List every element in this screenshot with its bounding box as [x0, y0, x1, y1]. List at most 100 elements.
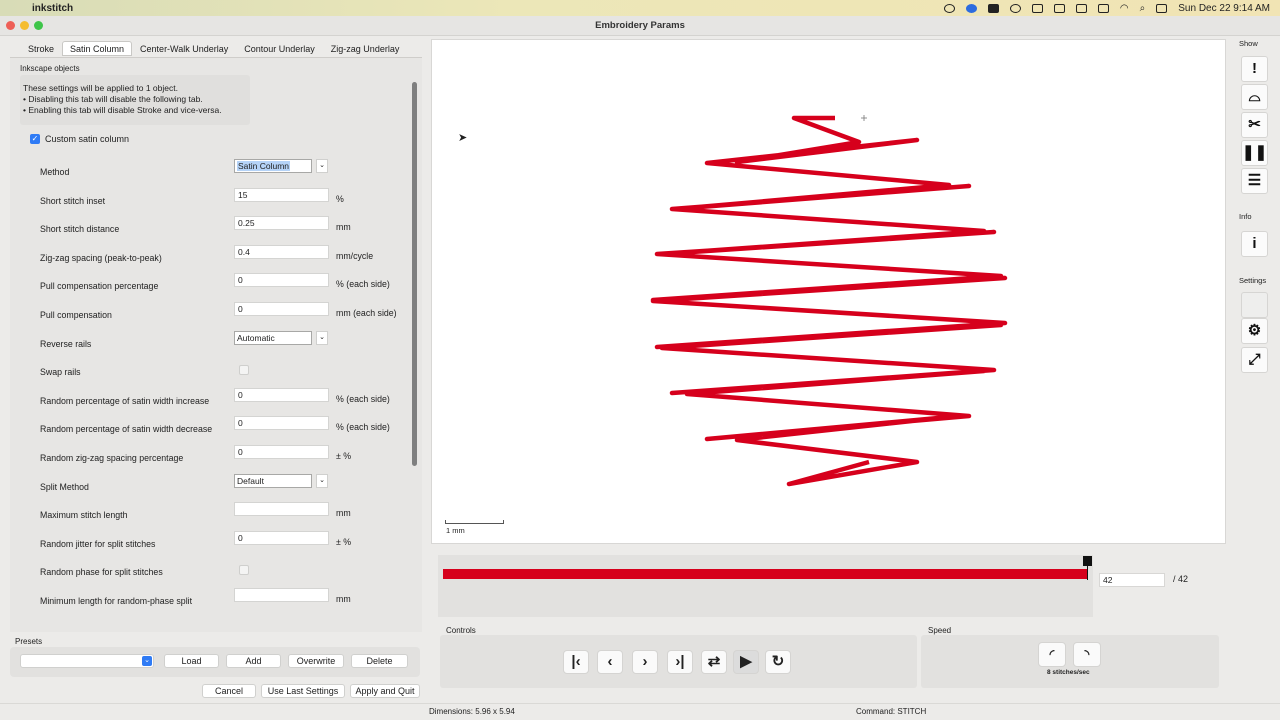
- sync-icon[interactable]: [1009, 3, 1021, 13]
- stitch-slider-pane: [438, 555, 1093, 617]
- speed-value: 8 stitches/sec: [1047, 669, 1090, 676]
- custom-satin-toggle[interactable]: ✓ Custom satin column: [30, 134, 129, 144]
- param-label: Pull compensation percentage: [40, 281, 159, 292]
- cancel-button[interactable]: Cancel: [202, 684, 256, 698]
- blank-tool-button[interactable]: [1241, 292, 1268, 318]
- use-last-settings-button[interactable]: Use Last Settings: [261, 684, 345, 698]
- param-row-random-phase: Random phase for split stitches: [10, 556, 410, 585]
- tab-contour-underlay[interactable]: Contour Underlay: [236, 41, 323, 56]
- play-icon[interactable]: ▶: [733, 650, 759, 674]
- slider-handle-line[interactable]: [1087, 564, 1088, 580]
- pull-comp-input[interactable]: 0: [234, 301, 329, 316]
- max-stitch-length-input[interactable]: [234, 502, 329, 517]
- speed-label: Speed: [928, 626, 952, 635]
- stitch-preview-canvas[interactable]: 1 mm ➤: [431, 39, 1226, 544]
- scale-bar: [445, 520, 504, 524]
- width-increase-input[interactable]: 0: [234, 387, 329, 402]
- last-icon[interactable]: ›|: [667, 650, 693, 674]
- chevron-updown-icon[interactable]: ⌄: [142, 656, 152, 666]
- preset-select[interactable]: ⌄: [20, 654, 154, 668]
- param-unit: mm (each side): [336, 307, 397, 318]
- battery-icon[interactable]: [1097, 3, 1109, 13]
- window-icon[interactable]: [1053, 3, 1065, 13]
- app-name[interactable]: inkstitch: [32, 3, 73, 14]
- color-change-icon[interactable]: ☰: [1241, 168, 1268, 194]
- short-stitch-distance-input[interactable]: 0.25: [234, 216, 329, 231]
- tab-stroke[interactable]: Stroke: [20, 41, 62, 56]
- params-panel: Stroke Satin Column Center-Walk Underlay…: [6, 37, 422, 680]
- reverse-rails-value[interactable]: Automatic: [234, 330, 312, 345]
- wifi-icon[interactable]: ◠: [1120, 3, 1129, 14]
- swap-rails-checkbox[interactable]: [239, 365, 249, 376]
- param-row-width-increase: Random percentage of satin width increas…: [10, 385, 410, 414]
- param-row-width-decrease: Random percentage of satin width decreas…: [10, 413, 410, 442]
- error-marker-icon[interactable]: !: [1241, 56, 1268, 82]
- params-scrollbar[interactable]: [412, 82, 418, 466]
- dropbox-icon[interactable]: [987, 3, 999, 13]
- custom-satin-checkbox[interactable]: ✓: [30, 134, 40, 144]
- param-label: Swap rails: [40, 367, 81, 378]
- overwrite-button[interactable]: Overwrite: [288, 654, 344, 668]
- direction-icon[interactable]: ⇄: [701, 650, 727, 674]
- method-value[interactable]: Satin Column: [237, 161, 291, 171]
- random-jitter-input[interactable]: 0: [234, 530, 329, 545]
- record-icon[interactable]: [943, 3, 955, 13]
- display-icon[interactable]: [1031, 3, 1043, 13]
- delete-button[interactable]: Delete: [351, 654, 408, 668]
- restart-icon[interactable]: ↻: [765, 650, 791, 674]
- param-unit: %: [336, 193, 344, 204]
- split-method-value[interactable]: Default: [234, 473, 312, 488]
- method-select[interactable]: Satin Column ⌄: [234, 159, 328, 173]
- lock-icon[interactable]: [1075, 3, 1087, 13]
- datetime[interactable]: Sun Dec 22 9:14 AM: [1178, 3, 1270, 14]
- prev-icon[interactable]: ‹: [597, 650, 623, 674]
- jump-stitch-icon[interactable]: ⌓: [1241, 84, 1268, 110]
- param-unit: % (each side): [336, 422, 390, 433]
- param-row-swap-rails: Swap rails: [10, 356, 410, 385]
- split-method-select[interactable]: Default ⌄: [234, 473, 328, 488]
- chevron-down-icon[interactable]: ⌄: [316, 159, 328, 173]
- reverse-rails-select[interactable]: Automatic ⌄: [234, 330, 328, 345]
- needle-icon[interactable]: ⤢: [1241, 347, 1268, 373]
- zigzag-spacing-input[interactable]: 0.4: [234, 244, 329, 259]
- current-stitch-input[interactable]: 42: [1099, 573, 1165, 587]
- param-unit: mm: [336, 508, 351, 519]
- controls-label: Controls: [446, 626, 476, 635]
- width-decrease-input[interactable]: 0: [234, 416, 329, 431]
- faster-icon[interactable]: ◝: [1073, 642, 1101, 667]
- tab-satin-column[interactable]: Satin Column: [62, 41, 133, 56]
- param-label: Short stitch inset: [40, 195, 106, 206]
- first-icon[interactable]: |‹: [563, 650, 589, 674]
- mouse-cursor-icon: ➤: [458, 132, 468, 144]
- load-button[interactable]: Load: [164, 654, 219, 668]
- pull-comp-percent-input[interactable]: 0: [234, 273, 329, 288]
- pause-icon[interactable]: ❚❚: [1241, 140, 1268, 166]
- zoom-icon[interactable]: [965, 3, 977, 13]
- spotlight-icon[interactable]: ⌕: [1140, 3, 1146, 14]
- random-zigzag-input[interactable]: 0: [234, 444, 329, 459]
- gear-icon[interactable]: ⚙: [1241, 318, 1268, 344]
- scale-label: 1 mm: [446, 526, 465, 535]
- tab-bar: Stroke Satin Column Center-Walk Underlay…: [20, 41, 407, 56]
- chevron-down-icon[interactable]: ⌄: [316, 330, 328, 345]
- param-unit: ± %: [336, 450, 352, 461]
- tab-center-walk-underlay[interactable]: Center-Walk Underlay: [132, 41, 236, 56]
- stitch-progress-bar[interactable]: [443, 569, 1087, 579]
- slower-icon[interactable]: ◜: [1038, 642, 1066, 667]
- info-icon[interactable]: i: [1241, 231, 1268, 257]
- min-random-phase-input[interactable]: [234, 587, 329, 602]
- add-button[interactable]: Add: [226, 654, 281, 668]
- param-row-max-stitch-length: Maximum stitch length mm: [10, 499, 410, 528]
- show-label: Show: [1239, 39, 1258, 48]
- chevron-down-icon[interactable]: ⌄: [316, 473, 328, 488]
- scissors-icon[interactable]: ✂: [1241, 112, 1268, 138]
- random-phase-checkbox[interactable]: [239, 565, 249, 576]
- apply-and-quit-button[interactable]: Apply and Quit: [350, 684, 420, 698]
- next-icon[interactable]: ›: [632, 650, 658, 674]
- tab-zigzag-underlay[interactable]: Zig-zag Underlay: [323, 41, 408, 56]
- custom-satin-label: Custom satin column: [45, 134, 130, 144]
- control-center-icon[interactable]: [1156, 3, 1168, 13]
- param-row-reverse-rails: Reverse rails Automatic ⌄: [10, 328, 410, 357]
- scrollbar-thumb[interactable]: [412, 82, 417, 466]
- short-stitch-inset-input[interactable]: 15: [234, 187, 329, 202]
